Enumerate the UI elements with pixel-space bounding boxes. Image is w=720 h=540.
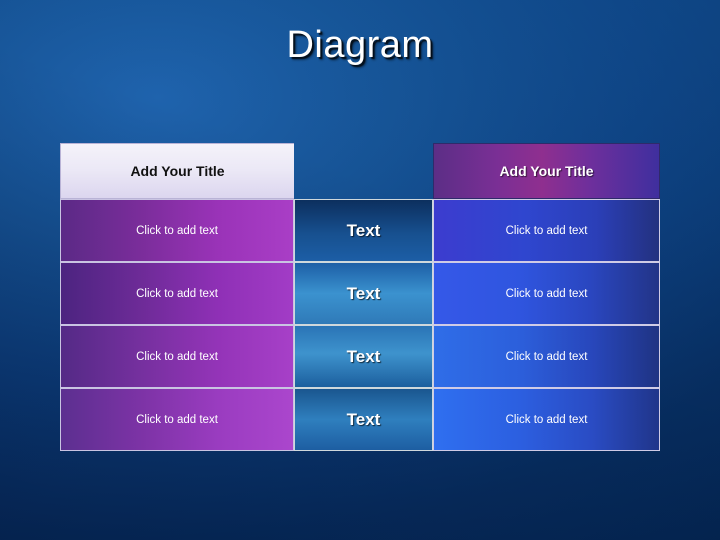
header-cell-middle[interactable] bbox=[294, 143, 433, 199]
cell-right-4[interactable]: Click to add text bbox=[433, 388, 660, 451]
cell-middle-4[interactable]: Text bbox=[294, 388, 433, 451]
diagram-table: Add Your Title Add Your Title Click to a… bbox=[60, 143, 660, 451]
cell-left-3[interactable]: Click to add text bbox=[60, 325, 294, 388]
cell-middle-3[interactable]: Text bbox=[294, 325, 433, 388]
slide-canvas: Diagram Add Your Title Add Your Title Cl… bbox=[0, 0, 720, 540]
cell-left-4[interactable]: Click to add text bbox=[60, 388, 294, 451]
cell-middle-1[interactable]: Text bbox=[294, 199, 433, 262]
cell-middle-2[interactable]: Text bbox=[294, 262, 433, 325]
table-row: Click to add text Text Click to add text bbox=[60, 199, 660, 262]
cell-right-3[interactable]: Click to add text bbox=[433, 325, 660, 388]
header-cell-right[interactable]: Add Your Title bbox=[433, 143, 660, 199]
table-row: Click to add text Text Click to add text bbox=[60, 388, 660, 451]
table-row: Click to add text Text Click to add text bbox=[60, 325, 660, 388]
header-cell-left[interactable]: Add Your Title bbox=[60, 143, 294, 199]
cell-left-1[interactable]: Click to add text bbox=[60, 199, 294, 262]
cell-right-2[interactable]: Click to add text bbox=[433, 262, 660, 325]
cell-right-1[interactable]: Click to add text bbox=[433, 199, 660, 262]
cell-left-2[interactable]: Click to add text bbox=[60, 262, 294, 325]
table-row: Click to add text Text Click to add text bbox=[60, 262, 660, 325]
page-title: Diagram bbox=[286, 24, 434, 66]
table-header-row: Add Your Title Add Your Title bbox=[60, 143, 660, 199]
